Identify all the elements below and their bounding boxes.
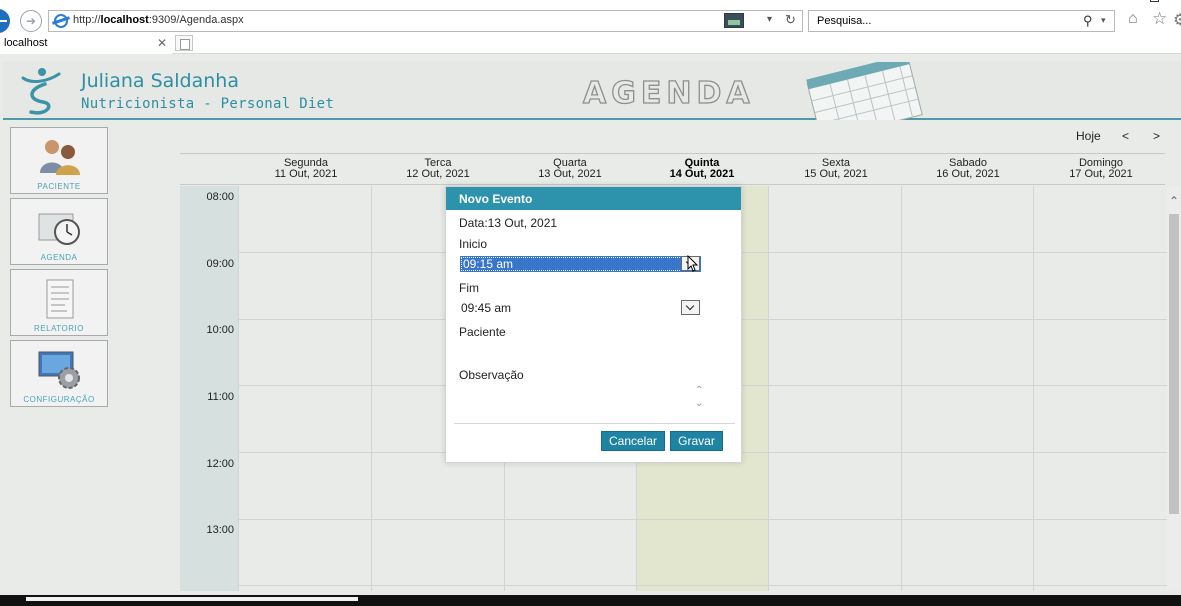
event-date: Data:13 Out, 2021 (459, 216, 558, 230)
dialog-divider (454, 423, 735, 424)
menu-item-agenda[interactable]: AGENDA (10, 198, 108, 265)
next-week-button[interactable]: > (1153, 129, 1160, 143)
patient-icon (40, 140, 80, 175)
menu-label: PACIENTE (37, 182, 81, 191)
time-label: 10:00 (206, 324, 234, 336)
browser-toolbar: ➜ http://localhost:9309/Agenda.aspx ▾ ↻ … (0, 0, 1181, 34)
today-button[interactable]: Hoje (1076, 129, 1101, 143)
new-event-dialog: Novo Evento Data:13 Out, 2021 Inicio 09:… (445, 186, 742, 463)
dialog-title: Novo Evento (446, 187, 741, 210)
day-header-saturday: Sabado 16 Out, 2021 (936, 157, 1000, 180)
day-header-sunday: Domingo 17 Out, 2021 (1069, 157, 1133, 180)
hour-line (238, 519, 1168, 520)
tools-gear-icon[interactable]: ⚙ (1173, 10, 1181, 30)
time-label: 08:00 (206, 191, 234, 203)
page-load-progress (26, 597, 358, 601)
search-input[interactable]: Pesquisa... (817, 15, 871, 27)
address-dropdown-icon[interactable]: ▾ (767, 14, 772, 25)
menu-item-paciente[interactable]: PACIENTE (10, 127, 108, 194)
notes-label: Observação (459, 368, 524, 382)
chevron-down-icon[interactable] (681, 300, 700, 315)
menu-item-configuracao[interactable]: CONFIGURAÇÃO (10, 340, 108, 407)
end-label: Fim (459, 281, 479, 295)
hour-line (238, 585, 1168, 586)
chevron-up-icon[interactable]: ⌃ (695, 385, 703, 396)
professional-subtitle: Nutricionista - Personal Diet (81, 96, 335, 112)
browser-tab[interactable]: localhost ✕ (0, 34, 172, 54)
patient-label: Paciente (459, 325, 506, 339)
search-icon[interactable]: ⚲ (1083, 13, 1093, 29)
save-button[interactable]: Gravar (670, 431, 723, 451)
time-label: 12:00 (206, 458, 234, 470)
calendar-graphic-icon (806, 62, 923, 120)
cancel-button[interactable]: Cancelar (601, 431, 665, 451)
chevron-down-icon[interactable]: ⌄ (695, 398, 703, 409)
search-dropdown-icon[interactable]: ▾ (1101, 15, 1106, 26)
clock-icon (38, 213, 80, 245)
restore-icon[interactable] (1150, 0, 1159, 2)
url-text[interactable]: http://localhost:9309/Agenda.aspx (73, 14, 244, 26)
vertical-scrollbar[interactable]: ⌃ (1167, 186, 1181, 591)
end-time-select[interactable]: 09:45 am (461, 301, 700, 315)
forward-button[interactable]: ➜ (20, 10, 42, 32)
refresh-icon[interactable]: ↻ (785, 12, 796, 28)
divider (180, 184, 1165, 185)
tab-title: localhost (4, 37, 48, 49)
back-button[interactable] (0, 9, 10, 33)
prev-week-button[interactable]: < (1122, 129, 1129, 143)
search-box[interactable]: Pesquisa... ⚲ ▾ (808, 10, 1115, 32)
day-header-tuesday: Terca 12 Out, 2021 (406, 157, 470, 180)
close-tab-icon[interactable]: ✕ (157, 36, 167, 50)
time-label: 13:00 (206, 524, 234, 536)
start-label: Inicio (459, 237, 488, 251)
time-label: 09:00 (206, 258, 234, 270)
ie-icon (54, 14, 68, 28)
day-header-thursday: Quinta 14 Out, 2021 (669, 157, 735, 180)
day-header-monday: Segunda 11 Out, 2021 (274, 157, 338, 180)
day-header-wednesday: Quarta 13 Out, 2021 (538, 157, 602, 180)
mouse-cursor-icon (687, 255, 699, 272)
favorites-star-icon[interactable]: ☆ (1152, 9, 1167, 29)
column-divider (768, 186, 769, 591)
column-divider (238, 186, 239, 591)
compatibility-view-icon[interactable] (724, 13, 744, 28)
tab-bar: localhost ✕ (0, 34, 1181, 54)
app-header: Juliana Saldanha Nutricionista - Persona… (3, 62, 1181, 120)
home-icon[interactable]: ⌂ (1128, 10, 1138, 28)
section-title: AGENDA (582, 75, 755, 111)
menu-label: RELATORIO (34, 324, 84, 333)
column-divider (1033, 186, 1034, 591)
address-bar[interactable]: http://localhost:9309/Agenda.aspx ▾ ↻ (48, 10, 803, 32)
report-icon (46, 279, 74, 319)
notes-textarea[interactable] (459, 385, 709, 415)
scroll-up-icon[interactable]: ⌃ (1169, 194, 1179, 208)
new-tab-icon[interactable] (175, 35, 193, 51)
logo-icon (21, 68, 61, 115)
day-header-friday: Sexta 15 Out, 2021 (804, 157, 868, 180)
patient-input[interactable] (459, 341, 699, 361)
menu-label: CONFIGURAÇÃO (23, 395, 95, 404)
divider (180, 153, 1165, 154)
column-divider (901, 186, 902, 591)
column-divider (371, 186, 372, 591)
time-label: 11:00 (207, 391, 234, 403)
professional-name: Juliana Saldanha (81, 70, 239, 92)
menu-label: AGENDA (40, 253, 78, 262)
start-time-select[interactable]: 09:15 am (460, 256, 701, 272)
settings-icon (38, 351, 80, 389)
menu-item-relatorio[interactable]: RELATORIO (10, 269, 108, 336)
scroll-thumb[interactable] (1169, 214, 1179, 514)
